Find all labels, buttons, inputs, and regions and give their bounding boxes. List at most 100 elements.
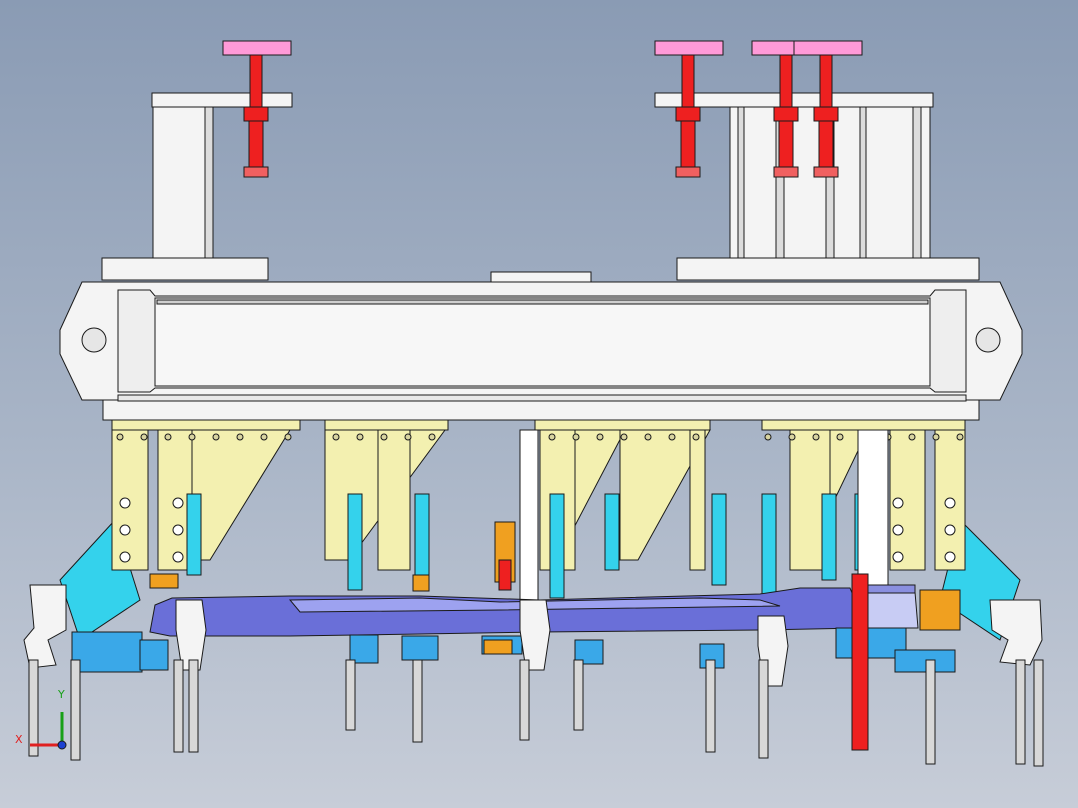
screw-shaft	[819, 54, 833, 108]
top-bolt	[692, 433, 700, 441]
post-rib	[912, 106, 922, 260]
screw-tip	[813, 166, 839, 178]
beam-web	[154, 297, 931, 387]
screw-shaft	[249, 54, 263, 108]
support-pin	[519, 659, 530, 741]
top-bolt	[284, 433, 292, 441]
screw-tip	[243, 166, 269, 178]
mount-hole-right	[975, 327, 1001, 353]
support-pin	[28, 659, 39, 757]
main-beam	[59, 281, 1023, 421]
top-bolt	[428, 433, 436, 441]
toggle-clamp-left	[23, 584, 67, 669]
top-bolt	[572, 433, 580, 441]
bracket-bolt	[119, 497, 131, 509]
bracket-bolt	[944, 524, 956, 536]
top-bolt	[380, 433, 388, 441]
top-bolt	[836, 433, 844, 441]
clamp-block	[139, 639, 169, 671]
red-long-pin	[851, 573, 869, 751]
part-body	[149, 587, 861, 637]
cyan-locators	[186, 429, 889, 601]
screw-shaft	[681, 54, 695, 108]
cad-viewport[interactable]: X Y	[0, 0, 1078, 808]
bracket-bolt	[172, 551, 184, 563]
support-pin	[1015, 659, 1026, 765]
clamp-block	[71, 631, 143, 673]
top-bolt	[140, 433, 148, 441]
screw-rod	[778, 120, 794, 168]
locator-arm	[414, 493, 430, 576]
support-post	[152, 106, 214, 260]
support-pin	[573, 659, 584, 731]
bracket-bolt	[119, 551, 131, 563]
bracket-leg	[689, 429, 706, 571]
top-bolt	[116, 433, 124, 441]
top-bolt	[764, 433, 772, 441]
top-bolt	[668, 433, 676, 441]
gusset-plate	[189, 429, 291, 561]
locator-arm	[761, 493, 777, 601]
top-bolt	[596, 433, 604, 441]
support-pin	[188, 659, 199, 753]
bracket-top	[324, 419, 449, 431]
toggle-clamp-right	[989, 599, 1043, 666]
support-pin	[925, 659, 936, 765]
top-bolt	[788, 433, 796, 441]
bracket-top	[111, 419, 301, 431]
locator-arm	[604, 493, 620, 571]
orange-shim	[483, 639, 513, 655]
support-pin	[173, 659, 184, 753]
bracket-leg	[111, 429, 149, 571]
center-slide	[857, 429, 889, 591]
bracket-bolt	[892, 497, 904, 509]
red-block	[498, 559, 512, 591]
top-bolt	[812, 433, 820, 441]
top-bolt	[260, 433, 268, 441]
locator-arm	[821, 493, 837, 581]
bracket-bolt	[944, 497, 956, 509]
bracket-bolt	[892, 524, 904, 536]
mount-hole-left	[81, 327, 107, 353]
bracket-bolt	[119, 524, 131, 536]
screw-nut	[675, 106, 701, 122]
bracket-leg	[377, 429, 411, 571]
screw-pad	[793, 40, 863, 56]
screw-rod	[248, 120, 264, 168]
bracket-top	[761, 419, 966, 431]
y-axis-label: Y	[58, 688, 65, 701]
screw-nut	[243, 106, 269, 122]
clamp-block	[894, 649, 956, 673]
bracket-top	[534, 419, 711, 431]
top-bolt	[548, 433, 556, 441]
support-pin	[345, 659, 356, 731]
locator-arm	[711, 493, 727, 586]
bracket-bolt	[892, 551, 904, 563]
support-pin	[705, 659, 716, 753]
screw-tip	[773, 166, 799, 178]
support-pin	[758, 659, 769, 759]
top-bolt	[332, 433, 340, 441]
beam-edge	[156, 299, 929, 305]
orange-shim	[919, 589, 961, 631]
fixture-assembly-drawing	[23, 40, 1044, 767]
top-cap-plate	[151, 92, 293, 108]
locator-arm	[347, 493, 363, 591]
clamp-block	[349, 634, 379, 664]
top-bolt	[956, 433, 964, 441]
support-pins	[28, 659, 1044, 767]
screw-pad	[222, 40, 292, 56]
support-pin	[412, 659, 423, 743]
locator-arm	[549, 493, 565, 599]
x-axis-label: X	[15, 733, 23, 746]
bracket-bolt	[172, 497, 184, 509]
top-bolt	[404, 433, 412, 441]
top-bolt	[932, 433, 940, 441]
top-bolt	[356, 433, 364, 441]
orange-shim	[412, 574, 430, 592]
clamp-screw	[654, 40, 724, 178]
z-axis-dot	[57, 740, 67, 750]
screw-pad	[654, 40, 724, 56]
beam-center-tab	[490, 271, 592, 283]
screw-rod	[818, 120, 834, 168]
